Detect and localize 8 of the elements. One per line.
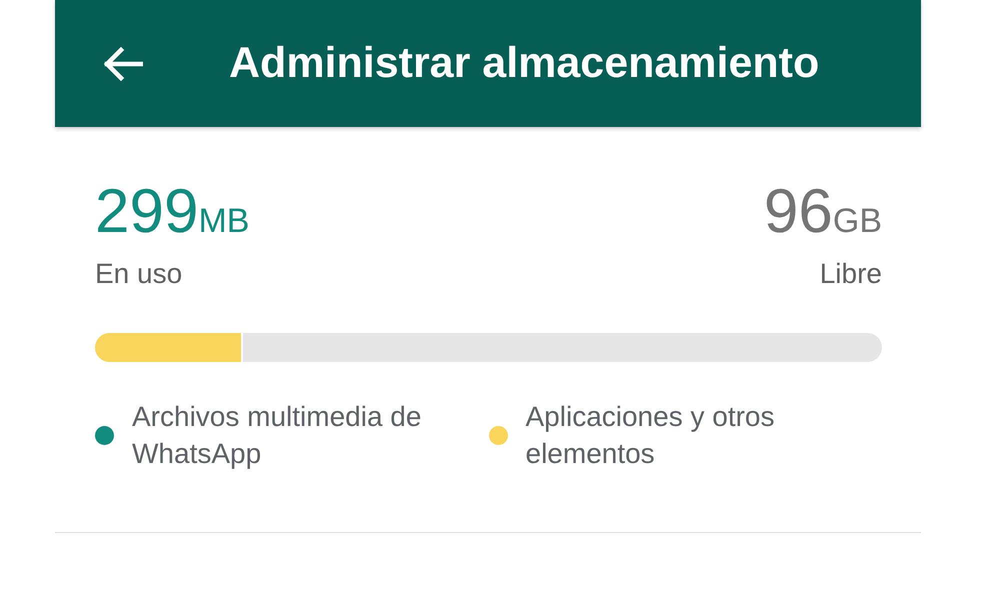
free-storage-amount: 96GB: [764, 179, 882, 248]
free-label: Libre: [820, 258, 882, 290]
back-arrow-icon[interactable]: [103, 46, 143, 80]
legend-label: Archivos multimedia de WhatsApp: [132, 400, 422, 471]
screen-title: Administrar almacenamiento: [229, 39, 820, 88]
used-storage-amount: 299MB: [95, 179, 250, 248]
used-label: En uso: [95, 258, 182, 290]
legend-label: Aplicaciones y otros elementos: [526, 400, 776, 471]
